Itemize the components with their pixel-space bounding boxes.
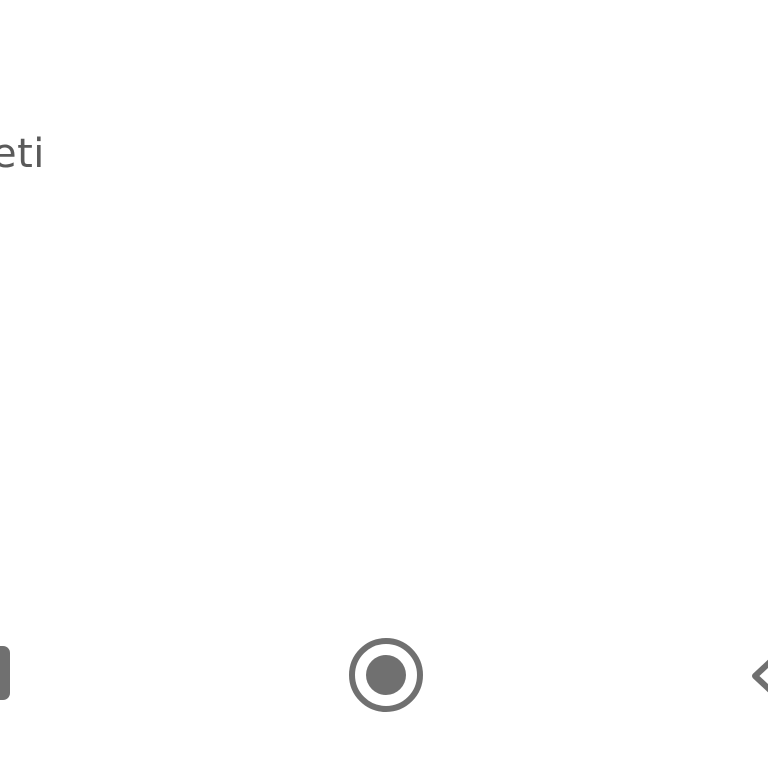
recents-icon[interactable] — [0, 646, 12, 706]
app-screen: eti — [0, 0, 768, 768]
system-navigation-bar — [0, 610, 768, 740]
partial-label-text: eti — [0, 131, 45, 177]
back-icon[interactable] — [752, 656, 768, 696]
home-icon[interactable] — [346, 635, 426, 715]
